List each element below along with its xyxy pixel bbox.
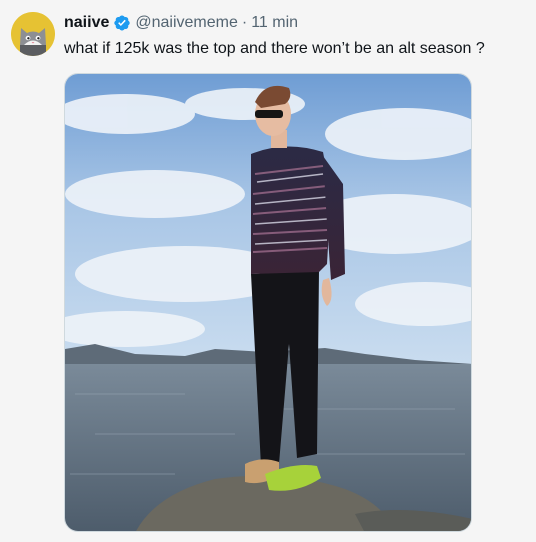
author-handle[interactable]: @naiivememe: [135, 14, 238, 32]
tweet-text: what if 125k was the top and there won’t…: [64, 40, 485, 57]
timestamp[interactable]: 11 min: [251, 14, 298, 32]
tweet-media-photo[interactable]: [64, 73, 472, 532]
cat-avatar-icon: [11, 12, 55, 56]
photo-image: [65, 74, 471, 531]
tweet-header: naiive @naiivememe · 11 min: [64, 12, 298, 34]
tweet[interactable]: naiive @naiivememe · 11 min what if 125k…: [0, 0, 536, 542]
author-name[interactable]: naiive: [64, 14, 109, 32]
verified-badge-icon: [114, 15, 131, 31]
avatar[interactable]: [11, 12, 55, 56]
separator-dot: ·: [241, 14, 248, 31]
